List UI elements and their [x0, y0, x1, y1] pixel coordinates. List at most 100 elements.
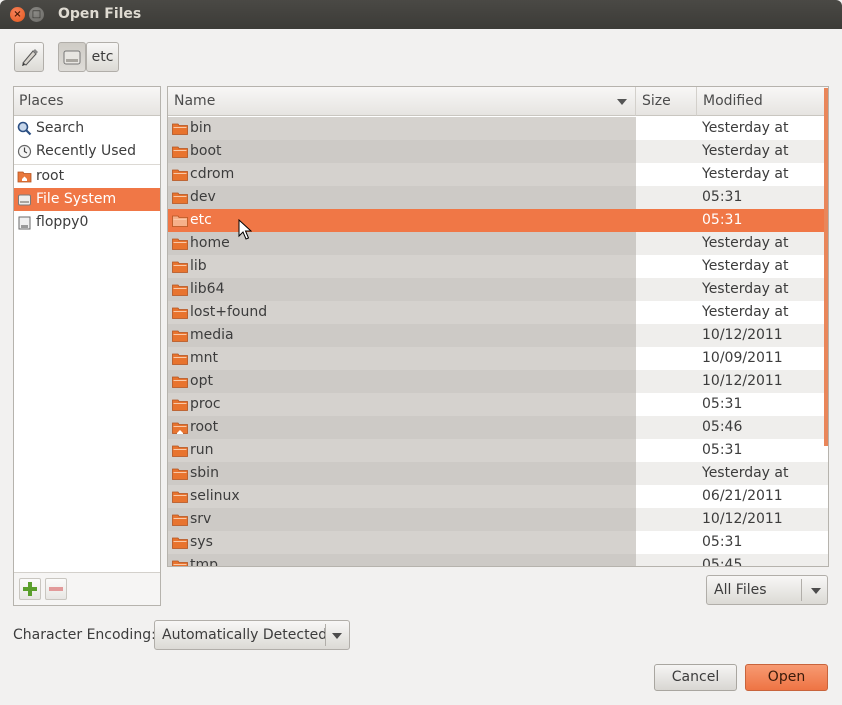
file-size-cell	[636, 278, 697, 301]
file-name-cell: srv	[168, 508, 636, 531]
file-modified-cell: 05:31	[697, 209, 828, 232]
file-name: root	[190, 419, 219, 435]
file-name-cell: selinux	[168, 485, 636, 508]
minus-icon	[49, 587, 63, 591]
chevron-down-icon	[811, 588, 821, 594]
file-modified-cell: 05:46	[697, 416, 828, 439]
drive-icon	[63, 50, 81, 65]
place-root[interactable]: root	[14, 165, 160, 188]
place-file-system[interactable]: File System	[14, 188, 160, 211]
file-name-cell: media	[168, 324, 636, 347]
place-floppy0[interactable]: floppy0	[14, 211, 160, 234]
folder-icon	[172, 215, 188, 227]
file-list-scrollbar[interactable]	[824, 88, 828, 446]
file-name-cell: mnt	[168, 347, 636, 370]
file-row[interactable]: opt 10/12/2011	[168, 370, 828, 393]
file-row[interactable]: bin Yesterday at 18:41	[168, 117, 828, 159]
place-recently-used[interactable]: Recently Used	[14, 140, 160, 163]
folder-icon	[172, 146, 188, 158]
place-search[interactable]: Search	[14, 117, 160, 140]
folder-icon	[172, 261, 188, 273]
file-row[interactable]: dev 05:31	[168, 186, 828, 209]
file-modified-cell: 05:31	[697, 531, 828, 554]
open-button[interactable]: Open	[745, 664, 828, 691]
file-modified-cell: 05:31	[697, 186, 828, 209]
file-name-cell: sys	[168, 531, 636, 554]
file-name: sys	[190, 534, 213, 550]
file-row[interactable]: proc 05:31	[168, 393, 828, 416]
places-header: Places	[14, 87, 160, 116]
maximize-window-button[interactable]: □	[29, 7, 44, 22]
path-root-button[interactable]	[58, 42, 86, 72]
file-modified-cell: Yesterday at 18:22	[697, 163, 828, 205]
file-name: bin	[190, 120, 212, 136]
file-modified-cell: 05:31	[697, 393, 828, 416]
file-name: sbin	[190, 465, 219, 481]
file-filter-dropdown[interactable]: All Files	[706, 575, 828, 605]
file-size-cell	[636, 232, 697, 255]
file-size-cell	[636, 301, 697, 324]
file-row[interactable]: sys 05:31	[168, 531, 828, 554]
file-name: dev	[190, 189, 216, 205]
drive-icon	[18, 194, 31, 206]
file-modified-cell: 10/12/2011	[697, 508, 828, 531]
file-row[interactable]: lib Yesterday at 18:41	[168, 255, 828, 297]
column-header-size[interactable]: Size	[636, 87, 697, 116]
file-name: boot	[190, 143, 222, 159]
folder-icon	[172, 560, 188, 566]
folder-icon	[172, 399, 188, 411]
places-panel: Places Search Recently Used root File Sy…	[13, 86, 161, 606]
column-header-modified[interactable]: Modified	[697, 87, 828, 116]
column-header-name[interactable]: Name	[168, 87, 636, 116]
file-row[interactable]: lost+found Yesterday at 18:16	[168, 301, 828, 343]
file-modified-cell: 06/21/2011	[697, 485, 828, 508]
file-row[interactable]: media 10/12/2011	[168, 324, 828, 347]
plus-icon	[23, 582, 37, 596]
file-row[interactable]: etc 05:31	[168, 209, 828, 232]
file-name-cell: bin	[168, 117, 636, 140]
add-bookmark-button[interactable]	[19, 578, 41, 600]
file-size-cell	[636, 370, 697, 393]
file-modified-cell: Yesterday at 18:39	[697, 278, 828, 320]
floppy-icon	[18, 216, 31, 230]
file-row[interactable]: sbin Yesterday at 18:52	[168, 462, 828, 504]
file-size-cell	[636, 439, 697, 462]
file-name: tmp	[190, 557, 219, 566]
folder-icon	[172, 514, 188, 526]
file-row[interactable]: mnt 10/09/2011	[168, 347, 828, 370]
folder-icon	[172, 192, 188, 204]
file-size-cell	[636, 485, 697, 508]
file-row[interactable]: boot Yesterday at 18:52	[168, 140, 828, 182]
remove-bookmark-button[interactable]	[45, 578, 67, 600]
place-root-label: root	[36, 168, 65, 184]
cancel-button[interactable]: Cancel	[654, 664, 737, 691]
type-location-button[interactable]	[14, 42, 44, 72]
file-row[interactable]: selinux 06/21/2011	[168, 485, 828, 508]
file-rows: bin Yesterday at 18:41 boot Yesterday at 18…	[168, 117, 828, 566]
file-modified-cell: Yesterday at 18:16	[697, 301, 828, 343]
file-row[interactable]: root 05:46	[168, 416, 828, 439]
encoding-dropdown[interactable]: Automatically Detected	[154, 620, 350, 650]
close-window-button[interactable]: ×	[10, 7, 25, 22]
file-size-cell	[636, 324, 697, 347]
file-row[interactable]: home Yesterday at 18:23	[168, 232, 828, 274]
file-name-cell: tmp	[168, 554, 636, 566]
file-modified-cell: Yesterday at 18:52	[697, 462, 828, 504]
folder-icon	[172, 353, 188, 365]
file-size-cell	[636, 531, 697, 554]
file-row[interactable]: cdrom Yesterday at 18:22	[168, 163, 828, 205]
places-list: Places Search Recently Used root File Sy…	[14, 87, 160, 573]
file-name-cell: lib	[168, 255, 636, 278]
file-size-cell	[636, 347, 697, 370]
file-row[interactable]: tmp 05:45	[168, 554, 828, 566]
file-filter-value: All Files	[714, 582, 767, 598]
file-modified-cell: Yesterday at 18:41	[697, 117, 828, 159]
file-row[interactable]: srv 10/12/2011	[168, 508, 828, 531]
path-etc-button[interactable]: etc	[86, 42, 119, 72]
pencil-icon	[22, 49, 38, 66]
file-name: lib	[190, 258, 207, 274]
file-row[interactable]: lib64 Yesterday at 18:39	[168, 278, 828, 320]
file-row[interactable]: run 05:31	[168, 439, 828, 462]
file-name-cell: lost+found	[168, 301, 636, 324]
file-modified-cell: 10/09/2011	[697, 347, 828, 370]
